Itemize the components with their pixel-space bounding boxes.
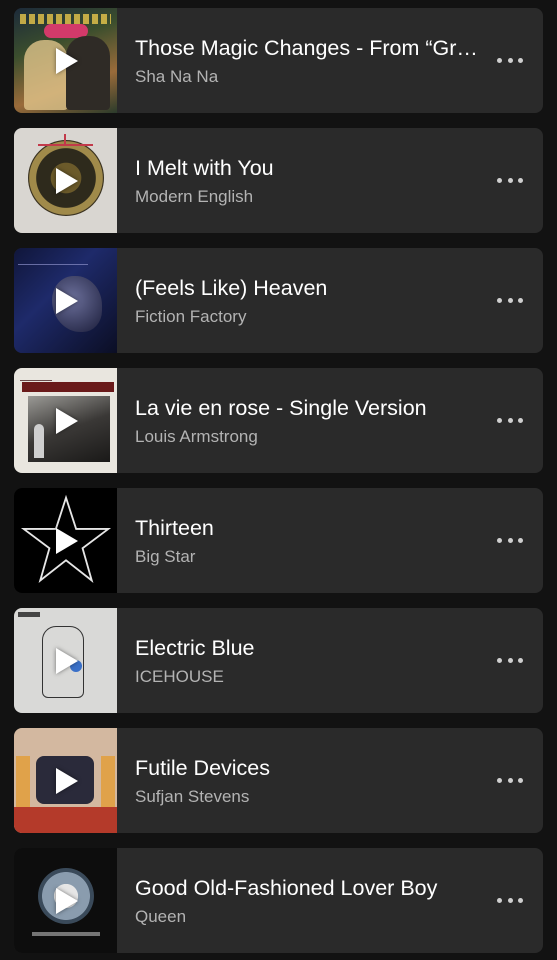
track-list: Those Magic Changes - From “Grease” Sha … — [0, 0, 557, 960]
track-row[interactable]: La vie en rose - Single Version Louis Ar… — [14, 368, 543, 473]
track-row[interactable]: (Feels Like) Heaven Fiction Factory — [14, 248, 543, 353]
play-icon[interactable] — [56, 48, 78, 74]
album-art-man-of-colours — [14, 608, 117, 713]
play-icon[interactable] — [56, 888, 78, 914]
play-icon[interactable] — [56, 648, 78, 674]
track-artist[interactable]: Big Star — [135, 546, 485, 568]
track-row[interactable]: Those Magic Changes - From “Grease” Sha … — [14, 8, 543, 113]
track-title: Good Old-Fashioned Lover Boy — [135, 876, 438, 900]
play-icon[interactable] — [56, 168, 78, 194]
track-artist[interactable]: Modern English — [135, 186, 485, 208]
track-row[interactable]: Good Old-Fashioned Lover Boy Queen — [14, 848, 543, 953]
track-title: Futile Devices — [135, 756, 271, 780]
more-options-icon[interactable] — [497, 657, 523, 663]
track-row[interactable]: Futile Devices Sufjan Stevens — [14, 728, 543, 833]
track-title: I Melt with You — [135, 156, 274, 180]
more-options-icon[interactable] — [497, 177, 523, 183]
track-artist[interactable]: Louis Armstrong — [135, 426, 485, 448]
track-row[interactable]: Thirteen Big Star — [14, 488, 543, 593]
track-row[interactable]: I Melt with You Modern English — [14, 128, 543, 233]
track-title: Thirteen — [135, 516, 214, 540]
track-title: Those Magic Changes - From “Grease” — [135, 36, 485, 60]
track-title: La vie en rose - Single Version — [135, 396, 427, 420]
play-icon[interactable] — [56, 288, 78, 314]
play-icon[interactable] — [56, 768, 78, 794]
album-art-big-star — [14, 488, 117, 593]
track-title: Electric Blue — [135, 636, 255, 660]
album-art-louis-armstrong — [14, 368, 117, 473]
play-icon[interactable] — [56, 408, 78, 434]
album-art-fiction-factory — [14, 248, 117, 353]
track-artist[interactable]: Queen — [135, 906, 485, 928]
track-artist[interactable]: Sufjan Stevens — [135, 786, 485, 808]
more-options-icon[interactable] — [497, 897, 523, 903]
album-art-after-the-snow — [14, 128, 117, 233]
track-row[interactable]: Electric Blue ICEHOUSE — [14, 608, 543, 713]
play-icon[interactable] — [56, 528, 78, 554]
more-options-icon[interactable] — [497, 777, 523, 783]
more-options-icon[interactable] — [497, 417, 523, 423]
more-options-icon[interactable] — [497, 537, 523, 543]
track-title: (Feels Like) Heaven — [135, 276, 328, 300]
more-options-icon[interactable] — [497, 57, 523, 63]
track-artist[interactable]: Sha Na Na — [135, 66, 485, 88]
track-artist[interactable]: Fiction Factory — [135, 306, 485, 328]
more-options-icon[interactable] — [497, 297, 523, 303]
track-artist[interactable]: ICEHOUSE — [135, 666, 485, 688]
album-art-grease — [14, 8, 117, 113]
album-art-queen — [14, 848, 117, 953]
album-art-the-age-of-adz — [14, 728, 117, 833]
